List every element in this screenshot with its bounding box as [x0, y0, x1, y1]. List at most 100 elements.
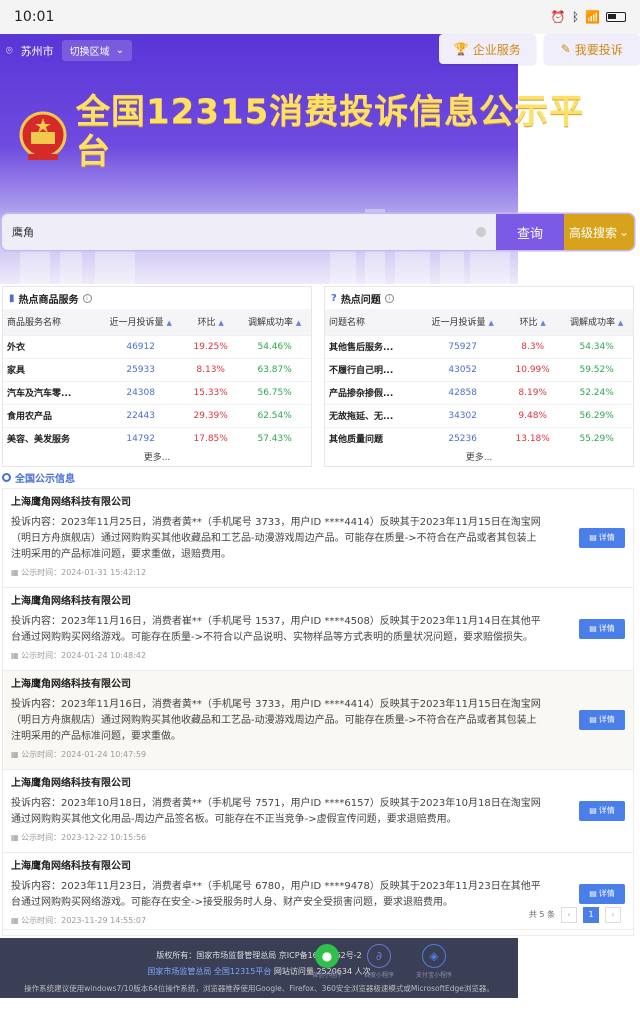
column-header-sortable[interactable]: 调解成功率 ▲	[234, 309, 311, 335]
record-list: 上海鹰角网络科技有限公司 投诉内容：2023年11月25日，消费者黄**（手机尾…	[2, 488, 634, 936]
search-button[interactable]: 查询	[496, 214, 564, 250]
calendar-icon: ▦	[11, 568, 22, 577]
company-name[interactable]: 上海鹰角网络科技有限公司	[11, 594, 543, 610]
table-row[interactable]: 无故拖延、无... 34302 9.48% 56.29%	[325, 403, 633, 427]
calendar-icon: ▦	[11, 651, 22, 660]
document-icon: ▤	[589, 715, 597, 724]
advanced-search-label: 高级搜索	[568, 225, 617, 240]
publish-time-text: 公示时间：2024-01-31 15:42:12	[21, 568, 147, 577]
complaint-content: 投诉内容：2023年10月18日，消费者黄**（手机尾号 7571，用户ID *…	[11, 798, 541, 825]
clear-icon[interactable]	[476, 227, 486, 237]
table-row[interactable]: 外衣 46912 19.25% 54.46%	[3, 334, 311, 358]
goods-name: 食用农产品	[3, 403, 95, 427]
list-item: 上海鹰角网络科技有限公司 投诉内容：2023年11月25日，消费者黄**（手机尾…	[2, 488, 634, 587]
complaint-count: 25933	[94, 357, 184, 381]
column-header: 商品服务名称	[3, 309, 95, 335]
info-icon[interactable]: i	[82, 293, 92, 303]
table-row[interactable]: 不履行自己明... 43052 10.99% 59.52%	[325, 357, 633, 381]
publish-time: ▦ 公示时间：2023-12-22 10:15:56	[11, 830, 543, 846]
alipay-mini-app[interactable]: ◈ 支付宝小程序	[416, 944, 452, 979]
public-info-title: 全国公示信息	[15, 474, 75, 485]
column-label: 调解成功率	[248, 318, 294, 329]
column-header-sortable[interactable]: 环比 ▲	[183, 309, 235, 335]
browser-note: 操作系统建议使用windows7/10版本64位操作系统，浏览器推荐使用Goog…	[24, 984, 494, 993]
next-page-button[interactable]: ›	[605, 906, 621, 923]
company-name[interactable]: 上海鹰角网络科技有限公司	[11, 776, 543, 792]
issue-name: 不履行自己明...	[325, 357, 417, 381]
table-row[interactable]: 产品掺杂掺假... 42858 8.19% 52.24%	[325, 380, 633, 404]
trophy-icon: 🏆	[453, 42, 469, 56]
sort-icon: ▲	[218, 319, 224, 328]
table-row[interactable]: 汽车及汽车零... 24308 15.33% 56.75%	[3, 380, 311, 404]
issue-name: 无故拖延、无...	[325, 403, 417, 427]
issue-name: 产品掺杂掺假...	[325, 380, 417, 404]
battery-icon	[606, 12, 626, 22]
column-header: 问题名称	[325, 309, 417, 335]
search-value: 鹰角	[12, 226, 34, 239]
detail-button[interactable]: ▤ 详情	[579, 528, 625, 548]
goods-name: 汽车及汽车零...	[3, 380, 95, 404]
wifi-icon: 📶	[585, 10, 600, 24]
complaint-count: 25236	[416, 426, 506, 450]
alarm-icon: ⏰	[550, 10, 566, 24]
more-link[interactable]: 更多...	[325, 450, 633, 466]
prev-page-button[interactable]: ‹	[561, 906, 577, 923]
enterprise-service-button[interactable]: 🏆 企业服务	[439, 34, 536, 64]
samr-link[interactable]: 国家市场监管总局	[147, 967, 211, 976]
advanced-search-button[interactable]: 高级搜索 ⌄	[564, 214, 634, 250]
detail-label: 详情	[598, 624, 615, 633]
publish-time: ▦ 公示时间：2024-01-31 15:42:12	[11, 565, 543, 581]
column-header-sortable[interactable]: 近一月投诉量 ▲	[94, 309, 184, 335]
table-row[interactable]: 家具 25933 8.13% 63.87%	[3, 357, 311, 381]
column-header-sortable[interactable]: 近一月投诉量 ▲	[416, 309, 506, 335]
column-label: 近一月投诉量	[109, 318, 164, 329]
bottom-blank	[0, 998, 640, 1024]
table-row[interactable]: 其他质量问题 25236 13.18% 55.29%	[325, 426, 633, 450]
hot-goods-panel: ▮ 热点商品服务 i 商品服务名称 近一月投诉量 ▲ 环比 ▲ 调解成功率 ▲ …	[2, 286, 312, 467]
detail-label: 详情	[598, 715, 615, 724]
table-row[interactable]: 其他售后服务... 75927 8.3% 54.34%	[325, 334, 633, 358]
ratio: 10.99%	[505, 357, 557, 381]
total-count: 共 5 条	[528, 910, 555, 919]
info-icon[interactable]: i	[384, 293, 394, 303]
company-name[interactable]: 上海鹰角网络科技有限公司	[11, 495, 543, 511]
mini-app-label: 微信小程序	[312, 972, 343, 979]
column-header-sortable[interactable]: 调解成功率 ▲	[556, 309, 633, 335]
success-rate: 56.75%	[234, 380, 311, 404]
enterprise-service-label: 企业服务	[472, 42, 521, 57]
column-label: 近一月投诉量	[431, 318, 486, 329]
table-row[interactable]: 美容、美发服务 14792 17.85% 57.43%	[3, 426, 311, 450]
complaint-button[interactable]: ✎ 我要投诉	[543, 34, 640, 64]
success-rate: 59.52%	[556, 357, 633, 381]
more-link[interactable]: 更多...	[3, 450, 311, 466]
wechat-mini-app[interactable]: ● 微信小程序	[312, 944, 342, 979]
list-item: 上海鹰角网络科技有限公司 投诉内容：2023年11月16日，消费者黄**（手机尾…	[2, 670, 634, 769]
location-bar: ⌾ 苏州市 切换区域 ⌄	[6, 40, 132, 61]
chevron-down-icon: ⌄	[115, 45, 124, 56]
issue-name: 其他质量问题	[325, 426, 417, 450]
document-icon: ▤	[589, 624, 597, 633]
company-name[interactable]: 上海鹰角网络科技有限公司	[11, 859, 543, 875]
publish-time-text: 公示时间：2024-01-24 10:48:42	[21, 651, 147, 660]
column-header-sortable[interactable]: 环比 ▲	[505, 309, 557, 335]
hot-goods-table: 商品服务名称 近一月投诉量 ▲ 环比 ▲ 调解成功率 ▲ 外衣 46912 19.2…	[3, 309, 311, 450]
baidu-mini-app[interactable]: ∂ 百度小程序	[364, 944, 394, 979]
company-name[interactable]: 上海鹰角网络科技有限公司	[11, 677, 543, 693]
detail-button[interactable]: ▤ 详情	[579, 801, 625, 821]
sort-icon: ▲	[540, 319, 546, 328]
search-input[interactable]: 鹰角	[2, 214, 496, 250]
chevron-down-icon: ⌄	[618, 225, 630, 239]
detail-button[interactable]: ▤ 详情	[579, 619, 625, 639]
switch-region-label: 切换区域	[69, 47, 110, 58]
table-row[interactable]: 食用农产品 22443 29.39% 62.54%	[3, 403, 311, 427]
success-rate: 62.54%	[234, 403, 311, 427]
complaint-count: 42858	[416, 380, 506, 404]
platform-link[interactable]: 全国12315平台	[214, 967, 271, 976]
list-item: 上海鹰角网络科技有限公司 投诉内容：2023年11月16日，消费者崔**（手机尾…	[2, 587, 634, 670]
switch-region-button[interactable]: 切换区域 ⌄	[61, 40, 132, 61]
detail-button[interactable]: ▤ 详情	[579, 710, 625, 730]
hot-issues-panel: ? 热点问题 i 问题名称 近一月投诉量 ▲ 环比 ▲ 调解成功率 ▲ 其他售后…	[324, 286, 634, 467]
success-rate: 55.29%	[556, 426, 633, 450]
page-number[interactable]: 1	[583, 906, 599, 923]
complaint-label: 我要投诉	[574, 42, 623, 57]
